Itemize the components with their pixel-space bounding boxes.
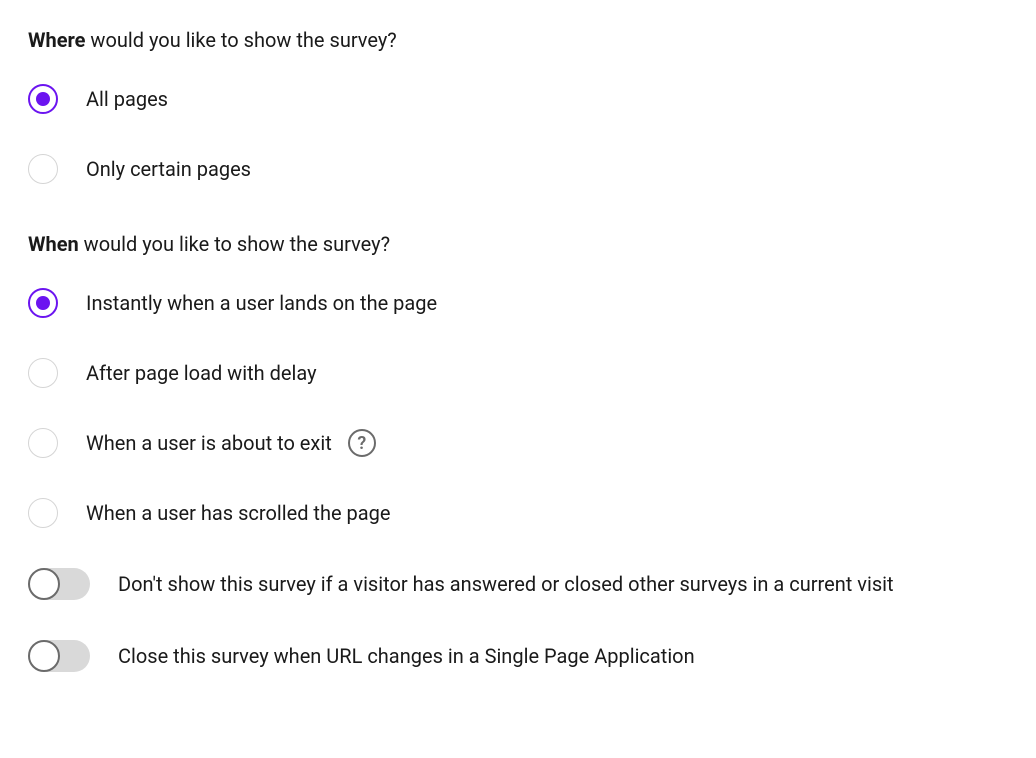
toggle-group: Don't show this survey if a visitor has …	[28, 568, 1008, 672]
radio-circle-icon	[28, 498, 58, 528]
radio-circle-icon	[28, 154, 58, 184]
radio-about-to-exit[interactable]: When a user is about to exit ?	[28, 428, 1008, 458]
where-radio-group: All pages Only certain pages	[28, 84, 1008, 184]
when-section: When would you like to show the survey? …	[28, 232, 1008, 672]
radio-circle-icon	[28, 428, 58, 458]
toggle-label-dont-show: Don't show this survey if a visitor has …	[118, 572, 894, 596]
radio-label-about-to-exit: When a user is about to exit	[86, 431, 332, 455]
radio-label-after-delay: After page load with delay	[86, 361, 317, 385]
radio-circle-icon	[28, 358, 58, 388]
where-heading-rest: would you like to show the survey?	[85, 28, 396, 52]
radio-scrolled[interactable]: When a user has scrolled the page	[28, 498, 1008, 528]
toggle-label-close-url: Close this survey when URL changes in a …	[118, 644, 695, 668]
toggle-dont-show-if-answered[interactable]: Don't show this survey if a visitor has …	[28, 568, 1008, 600]
radio-after-delay[interactable]: After page load with delay	[28, 358, 1008, 388]
toggle-close-on-url-change[interactable]: Close this survey when URL changes in a …	[28, 640, 1008, 672]
radio-circle-icon	[28, 288, 58, 318]
when-radio-group: Instantly when a user lands on the page …	[28, 288, 1008, 528]
radio-certain-pages[interactable]: Only certain pages	[28, 154, 1008, 184]
toggle-switch-icon	[28, 568, 90, 600]
radio-all-pages[interactable]: All pages	[28, 84, 1008, 114]
radio-instantly[interactable]: Instantly when a user lands on the page	[28, 288, 1008, 318]
when-heading: When would you like to show the survey?	[28, 232, 1008, 256]
radio-label-certain-pages: Only certain pages	[86, 157, 251, 181]
toggle-switch-icon	[28, 640, 90, 672]
when-heading-rest: would you like to show the survey?	[79, 232, 390, 256]
where-section: Where would you like to show the survey?…	[28, 28, 1008, 184]
radio-label-all-pages: All pages	[86, 87, 168, 111]
radio-circle-icon	[28, 84, 58, 114]
radio-label-scrolled: When a user has scrolled the page	[86, 501, 391, 525]
when-heading-bold: When	[28, 232, 79, 256]
radio-label-instantly: Instantly when a user lands on the page	[86, 291, 437, 315]
where-heading: Where would you like to show the survey?	[28, 28, 1008, 52]
where-heading-bold: Where	[28, 28, 85, 52]
help-icon[interactable]: ?	[348, 429, 376, 457]
